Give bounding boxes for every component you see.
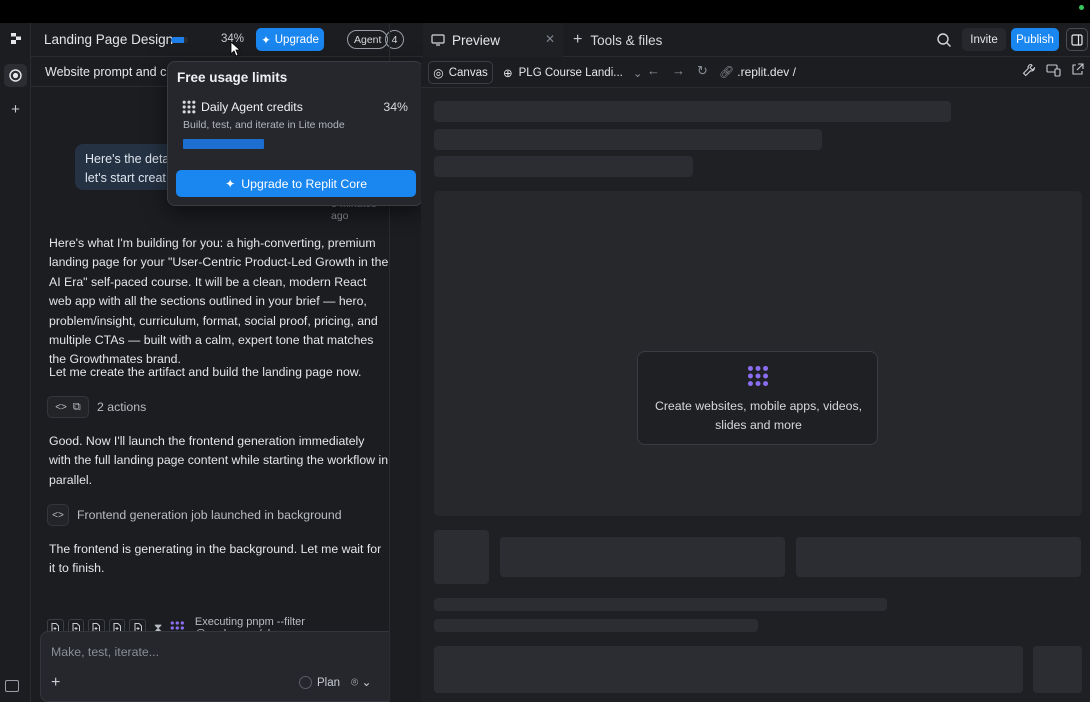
code-icon: <> [47,504,69,526]
skeleton-line [434,619,758,632]
chat-composer[interactable]: Make, test, iterate... + Plan ⌾ ⌄ [40,631,389,702]
copy-icon: ⧉ [72,400,81,413]
skeleton-block [500,537,785,577]
code-icon: <> [55,401,67,413]
screenshot-dropdown-icon[interactable]: ⌾ ⌄ [351,675,372,690]
refresh-icon[interactable]: ↻ [697,63,708,79]
usage-limits-popup: Free usage limits Daily Agent credits 34… [167,61,423,206]
canvas-button[interactable]: ◎ Canvas [428,61,493,84]
agent-chat-icon[interactable] [4,64,27,87]
credit-percent: 34% [383,100,408,114]
composer-input[interactable]: Make, test, iterate... [51,645,159,659]
new-chat-plus-icon[interactable]: + [4,98,27,121]
skeleton-line [434,156,693,177]
actions-chip: <> ⧉ [47,396,89,418]
url-text: .replit.dev / [737,65,796,79]
publish-button[interactable]: Publish [1011,28,1059,51]
credit-label: Daily Agent credits [201,100,303,114]
skeleton-line [434,129,822,150]
agent-logo-icon [747,365,769,387]
tab-preview[interactable]: Preview ✕ [423,23,563,57]
skeleton-block [1033,646,1082,693]
wrench-icon[interactable] [1022,63,1036,77]
toggle-panel-icon[interactable] [1066,28,1088,51]
workspace-header: Landing Page Design 34% ✦ Upgrade Agent … [31,23,1090,57]
agent-label: Agent [354,33,382,46]
app-name: PLG Course Landi... [518,66,623,79]
actions-label: 2 actions [97,400,147,414]
tab-tools-label: Tools & files [590,32,663,48]
upgrade-core-button[interactable]: ✦ Upgrade to Replit Core [176,170,416,197]
usage-mini-progress[interactable] [171,37,188,43]
replit-logo-icon[interactable] [9,32,22,45]
credit-progress-bar [183,139,409,149]
tab-preview-label: Preview [452,32,501,48]
preview-address-bar: ◎ Canvas ⊕ PLG Course Landi... ⌄ ← → ↻ 🔗… [421,57,1090,88]
upgrade-label: Upgrade [274,33,319,46]
search-icon[interactable] [936,32,952,48]
skeleton-block [434,530,489,584]
upgrade-core-label: Upgrade to Replit Core [241,176,368,191]
sparkle-icon: ✦ [224,176,236,191]
agent-logo-icon [182,100,196,114]
status-dot [1079,5,1084,10]
project-title[interactable]: Landing Page Design [44,32,173,47]
canvas-label: Canvas [448,66,488,79]
external-link-icon[interactable] [1071,63,1084,76]
actions-row[interactable]: <> ⧉ 2 actions [47,396,146,418]
close-tab-icon[interactable]: ✕ [545,32,555,46]
create-line-2: slides and more [715,418,802,432]
plan-label: Plan [317,676,341,689]
chat-title[interactable]: Website prompt and cr [45,65,171,79]
chevron-down-icon: ⌄ [632,67,643,80]
agent-count-badge[interactable]: 4 [385,30,404,49]
upgrade-button[interactable]: ✦ Upgrade [256,28,324,51]
monitor-icon [431,34,445,46]
preview-tools [1022,63,1084,77]
agent-badge[interactable]: Agent [347,30,389,49]
skeleton-line [434,101,951,122]
agent-message-3: Good. Now I'll launch the frontend gener… [49,434,389,487]
back-arrow-icon[interactable]: ← [647,63,660,79]
credit-row: Daily Agent credits [182,98,412,116]
sidebar-toggle-icon[interactable] [5,680,19,692]
palette-icon: ◎ [433,65,444,80]
create-info-card: Create websites, mobile apps, videos, sl… [637,351,878,445]
tab-tools-files[interactable]: + Tools & files [573,23,662,57]
attach-plus-icon[interactable]: + [51,674,60,692]
plus-icon: + [573,31,583,48]
forward-arrow-icon[interactable]: → [672,63,685,79]
agent-message-4: The frontend is generating in the backgr… [49,542,382,576]
agent-message-2: Let me create the artifact and build the… [49,365,362,379]
app-selector[interactable]: ⊕ PLG Course Landi... ⌄ [503,61,642,84]
devices-icon[interactable] [1046,63,1061,77]
job-row[interactable]: <> Frontend generation job launched in b… [47,504,342,526]
url-field[interactable]: 🔗︎ .replit.dev / [719,65,796,79]
create-info-text: Create websites, mobile apps, videos, sl… [638,397,879,435]
mouse-cursor-icon [230,41,242,57]
popup-title: Free usage limits [177,70,288,85]
create-line-1: Create websites, mobile apps, videos, [654,399,863,413]
skeleton-block [796,537,1081,577]
credit-subtitle: Build, test, and iterate in Lite mode [183,119,345,131]
plan-toggle[interactable]: Plan [299,676,340,689]
job-label: Frontend generation job launched in back… [77,508,342,522]
nav-icons: ← → ↻ [647,63,708,79]
link-icon: 🔗︎ [719,65,735,79]
invite-button[interactable]: Invite [962,28,1006,51]
agent-message-1: Here's what I'm building for you: a high… [49,236,389,367]
skeleton-block [434,646,1023,693]
skeleton-line [434,598,887,611]
sparkle-icon: ✦ [261,34,271,47]
plan-toggle-circle [299,676,312,689]
left-rail: + [0,23,31,702]
globe-icon: ⊕ [503,67,513,80]
os-top-strip [0,0,1090,23]
